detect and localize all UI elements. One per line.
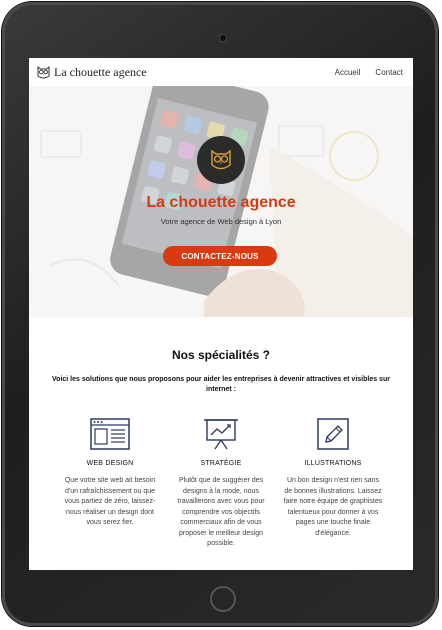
nav-links: Accueil Contact bbox=[335, 68, 403, 77]
logo[interactable]: La chouette agence bbox=[36, 65, 147, 80]
card-text: Que votre site web ait besoin d'un rafra… bbox=[64, 477, 156, 526]
owl-icon bbox=[37, 65, 50, 78]
section-title: Nos spécialités ? bbox=[171, 348, 271, 362]
browser-window-icon bbox=[90, 418, 130, 450]
section-intro: Voici les solutions que nous proposons p… bbox=[52, 376, 390, 393]
card-title: ILLUSTRATIONS bbox=[304, 460, 362, 467]
hero-badge bbox=[197, 136, 245, 184]
speciality-card-illustrations: ILLUSTRATIONS Un bon design n'est rien s… bbox=[283, 418, 383, 539]
owl-icon bbox=[211, 149, 231, 170]
speciality-card-strategie: STRATÉGIE Plutôt que de suggérer des des… bbox=[171, 418, 271, 550]
presentation-chart-icon bbox=[204, 419, 238, 450]
brand-name: La chouette agence bbox=[54, 64, 147, 79]
speciality-card-web-design: WEB DESIGN Que votre site web ait besoin… bbox=[60, 418, 160, 529]
hero: La chouette agence Votre agence de Web d… bbox=[29, 86, 413, 317]
home-button[interactable] bbox=[210, 586, 236, 612]
card-title: STRATÉGIE bbox=[200, 460, 242, 467]
hero-title: La chouette agence bbox=[146, 194, 296, 211]
camera-dot bbox=[220, 35, 226, 41]
card-title: WEB DESIGN bbox=[86, 460, 134, 467]
nav-link-contact[interactable]: Contact bbox=[375, 68, 403, 77]
contact-button[interactable]: CONTACTEZ-NOUS bbox=[163, 246, 277, 266]
screen: La chouette agence Accueil Contact La ch… bbox=[29, 58, 413, 570]
card-text: Un bon design n'est rien sans de bonnes … bbox=[283, 477, 383, 537]
hero-subtitle: Votre agence de Web design à Lyon bbox=[160, 217, 282, 226]
nav-link-accueil[interactable]: Accueil bbox=[335, 68, 361, 77]
navbar: La chouette agence Accueil Contact bbox=[29, 58, 413, 86]
pencil-icon bbox=[317, 418, 349, 450]
card-text: Plutôt que de suggérer des designs à la … bbox=[177, 477, 265, 547]
